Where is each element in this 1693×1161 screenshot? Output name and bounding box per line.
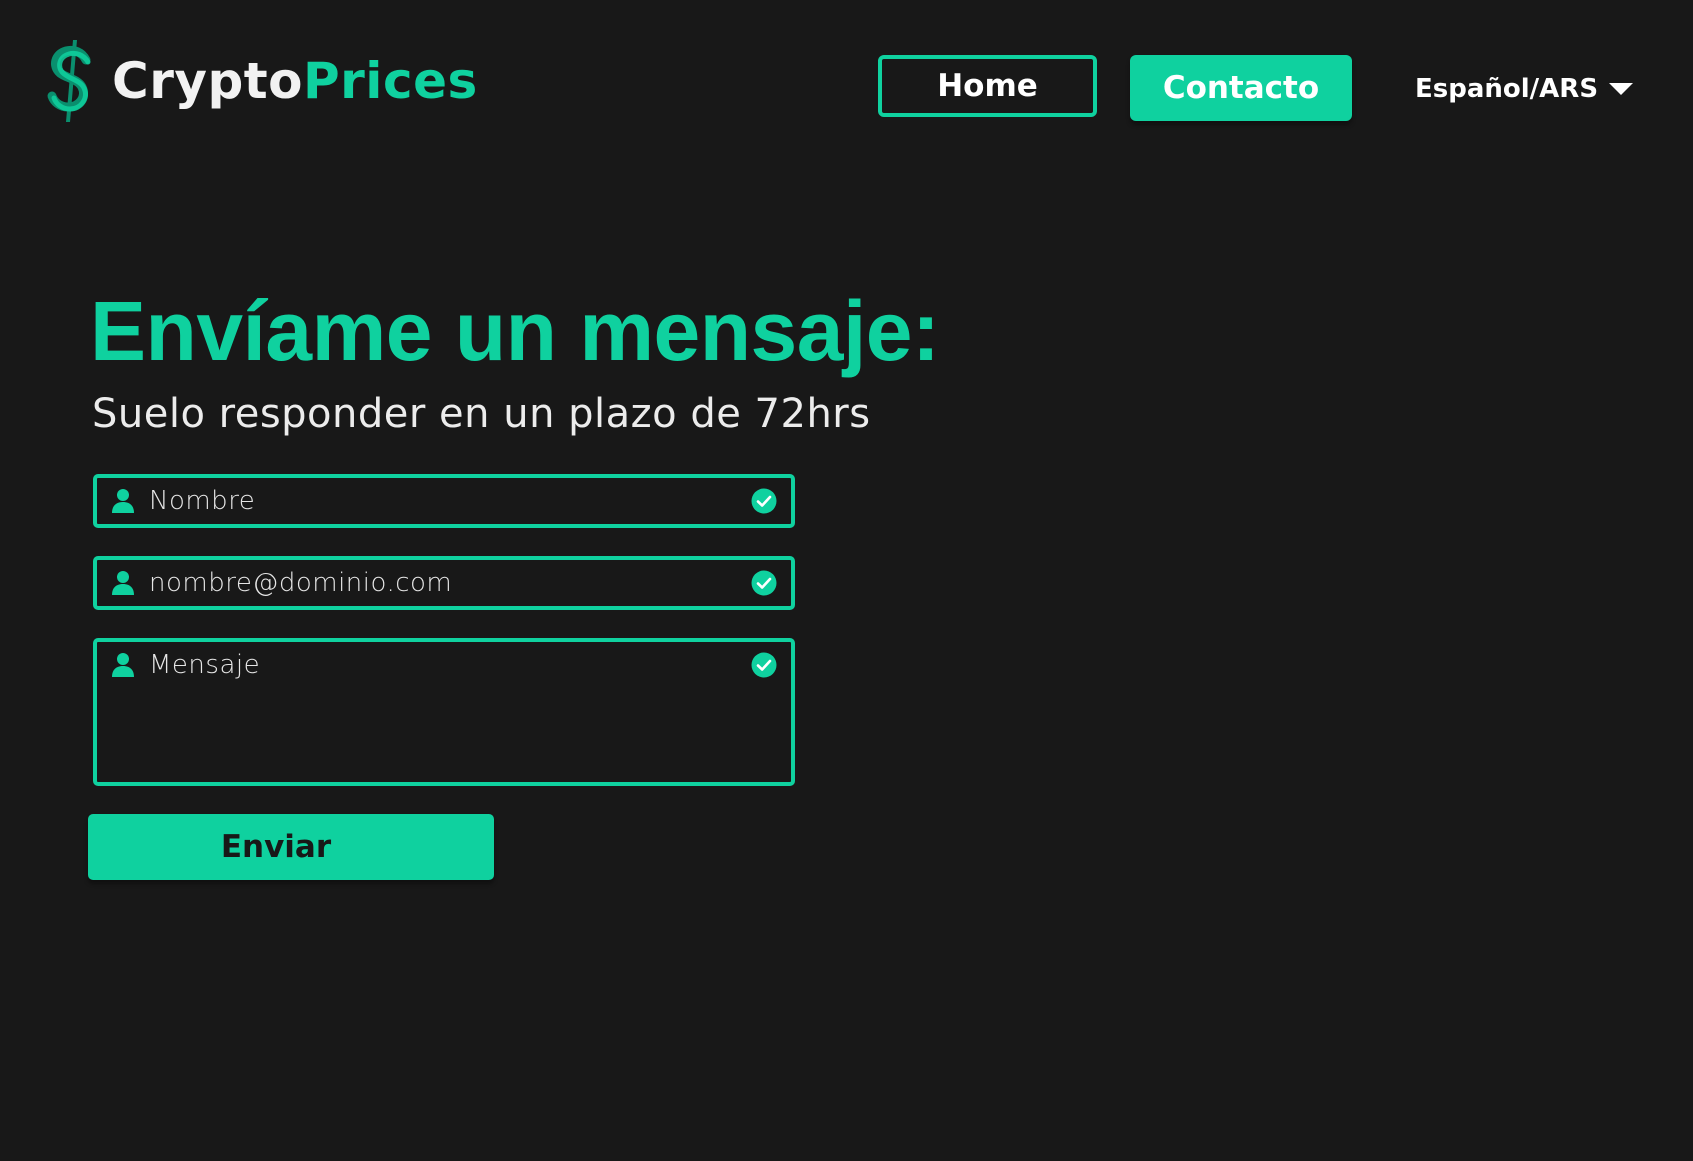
caret-down-icon: [1609, 83, 1634, 95]
nav-home-button[interactable]: Home: [878, 55, 1097, 117]
submit-button[interactable]: Enviar: [88, 814, 494, 880]
name-input[interactable]: [149, 478, 741, 524]
user-icon: [112, 571, 134, 595]
logo-text: CryptoPrices: [112, 56, 478, 106]
check-circle-icon: [751, 570, 777, 596]
message-textarea[interactable]: [149, 649, 741, 777]
email-field[interactable]: [93, 556, 795, 610]
check-circle-icon: [751, 488, 777, 514]
logo-word-crypto: Crypto: [112, 52, 303, 110]
check-circle-icon: [751, 652, 777, 678]
dollar-sign-icon: [47, 40, 91, 122]
name-field[interactable]: [93, 474, 795, 528]
user-icon: [112, 653, 134, 677]
logo-word-prices: Prices: [303, 52, 478, 110]
email-input[interactable]: [149, 560, 741, 606]
logo[interactable]: CryptoPrices: [46, 38, 478, 124]
message-field[interactable]: [93, 638, 795, 786]
nav-contact-button[interactable]: Contacto: [1130, 55, 1352, 121]
language-selector[interactable]: Español/ARS: [1415, 66, 1634, 112]
page-title: Envíame un mensaje:: [90, 284, 940, 378]
language-selector-label: Español/ARS: [1415, 74, 1599, 104]
user-icon: [112, 489, 134, 513]
page-subtitle: Suelo responder en un plazo de 72hrs: [92, 391, 871, 437]
header: CryptoPrices Home Contacto Español/ARS: [0, 0, 1693, 170]
